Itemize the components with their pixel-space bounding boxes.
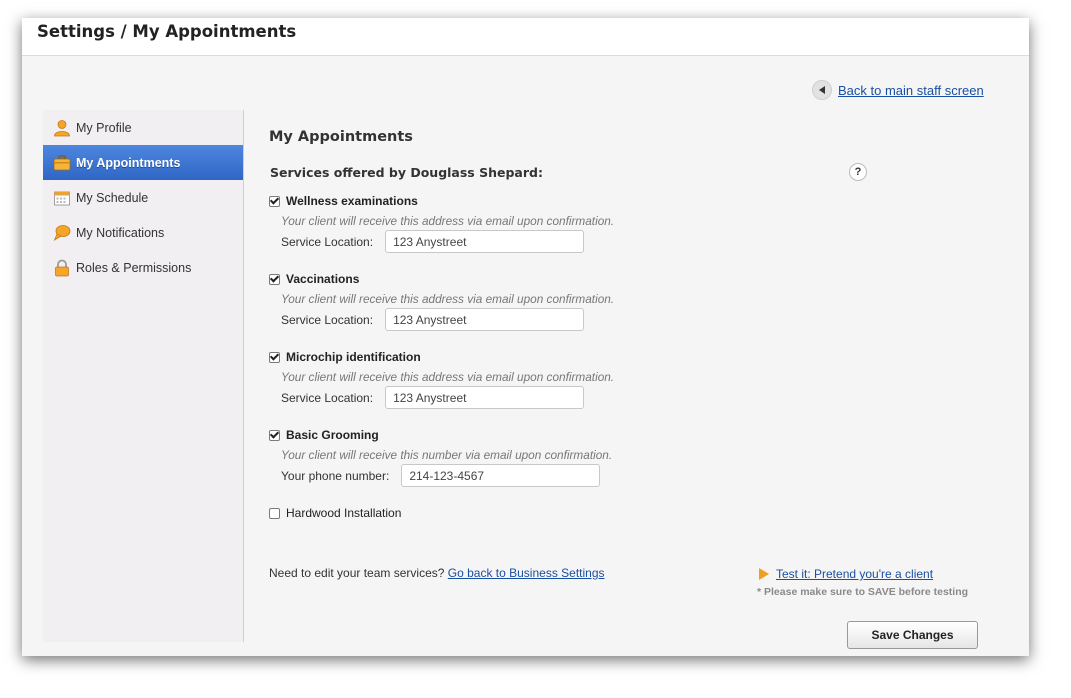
sidebar-item-label: My Schedule — [76, 190, 149, 205]
edit-services-text: Need to edit your team services? — [269, 566, 445, 580]
service-location-label: Service Location: — [281, 234, 374, 249]
service-note: Your client will receive this address vi… — [281, 214, 615, 228]
service-item: Hardwood Installation — [269, 505, 401, 521]
section-title: My Appointments — [269, 129, 413, 145]
test-block: Test it: Pretend you're a client * Pleas… — [757, 567, 969, 598]
test-client-link[interactable]: Test it: Pretend you're a client — [776, 567, 933, 581]
service-note: Your client will receive this address vi… — [281, 370, 615, 384]
user-icon — [53, 119, 71, 137]
service-checkbox[interactable] — [269, 507, 280, 519]
service-checkbox[interactable] — [269, 195, 280, 207]
sidebar-item-my-schedule[interactable]: My Schedule — [43, 180, 243, 215]
app-window: Settings / My Appointments Back to main … — [22, 18, 1029, 656]
phone-number-input[interactable] — [401, 464, 601, 487]
service-checkbox[interactable] — [269, 273, 280, 285]
service-name: Basic Grooming — [286, 428, 379, 442]
service-note: Your client will receive this number via… — [281, 448, 613, 462]
speech-bubble-icon — [53, 224, 71, 242]
service-location-input[interactable] — [385, 230, 585, 253]
service-item: Wellness examinations Your client will r… — [269, 193, 614, 253]
page-title: Settings / My Appointments — [37, 22, 297, 41]
service-name: Wellness examinations — [286, 194, 418, 208]
service-item: Microchip identification Your client wil… — [269, 349, 614, 409]
service-name: Vaccinations — [286, 272, 360, 286]
lock-icon — [53, 259, 71, 277]
sidebar-item-my-notifications[interactable]: My Notifications — [43, 215, 243, 250]
back-arrow-icon[interactable] — [812, 80, 832, 100]
back-link-group[interactable]: Back to main staff screen — [812, 80, 984, 100]
service-location-label: Service Location: — [281, 312, 374, 327]
help-icon[interactable]: ? — [849, 163, 867, 181]
service-item: Basic Grooming Your client will receive … — [269, 427, 612, 487]
sidebar: My Profile My Appointments My Schedule M… — [43, 110, 244, 642]
sidebar-item-label: Roles & Permissions — [76, 260, 192, 275]
services-heading: Services offered by Douglass Shepard: — [270, 165, 543, 180]
service-name: Hardwood Installation — [286, 506, 402, 520]
play-icon — [759, 568, 769, 580]
back-to-main-link[interactable]: Back to main staff screen — [838, 83, 984, 98]
service-name: Microchip identification — [286, 350, 421, 364]
edit-services-prompt: Need to edit your team services? Go back… — [269, 566, 605, 580]
service-checkbox[interactable] — [269, 429, 280, 441]
test-note: * Please make sure to SAVE before testin… — [757, 586, 969, 598]
service-location-input[interactable] — [385, 386, 585, 409]
sidebar-item-roles-permissions[interactable]: Roles & Permissions — [43, 250, 243, 285]
sidebar-item-my-appointments[interactable]: My Appointments — [43, 145, 243, 180]
sidebar-item-label: My Appointments — [76, 155, 181, 170]
sidebar-item-label: My Profile — [76, 120, 132, 135]
business-settings-link[interactable]: Go back to Business Settings — [448, 566, 605, 580]
service-location-label: Service Location: — [281, 390, 374, 405]
service-checkbox[interactable] — [269, 351, 280, 363]
briefcase-icon — [53, 154, 71, 172]
save-changes-button[interactable]: Save Changes — [847, 621, 978, 649]
phone-number-label: Your phone number: — [281, 468, 390, 483]
service-note: Your client will receive this address vi… — [281, 292, 615, 306]
title-bar: Settings / My Appointments — [22, 18, 1029, 56]
calendar-icon — [53, 189, 71, 207]
sidebar-item-my-profile[interactable]: My Profile — [43, 110, 243, 145]
service-item: Vaccinations Your client will receive th… — [269, 271, 614, 331]
sidebar-item-label: My Notifications — [76, 225, 165, 240]
service-location-input[interactable] — [385, 308, 585, 331]
